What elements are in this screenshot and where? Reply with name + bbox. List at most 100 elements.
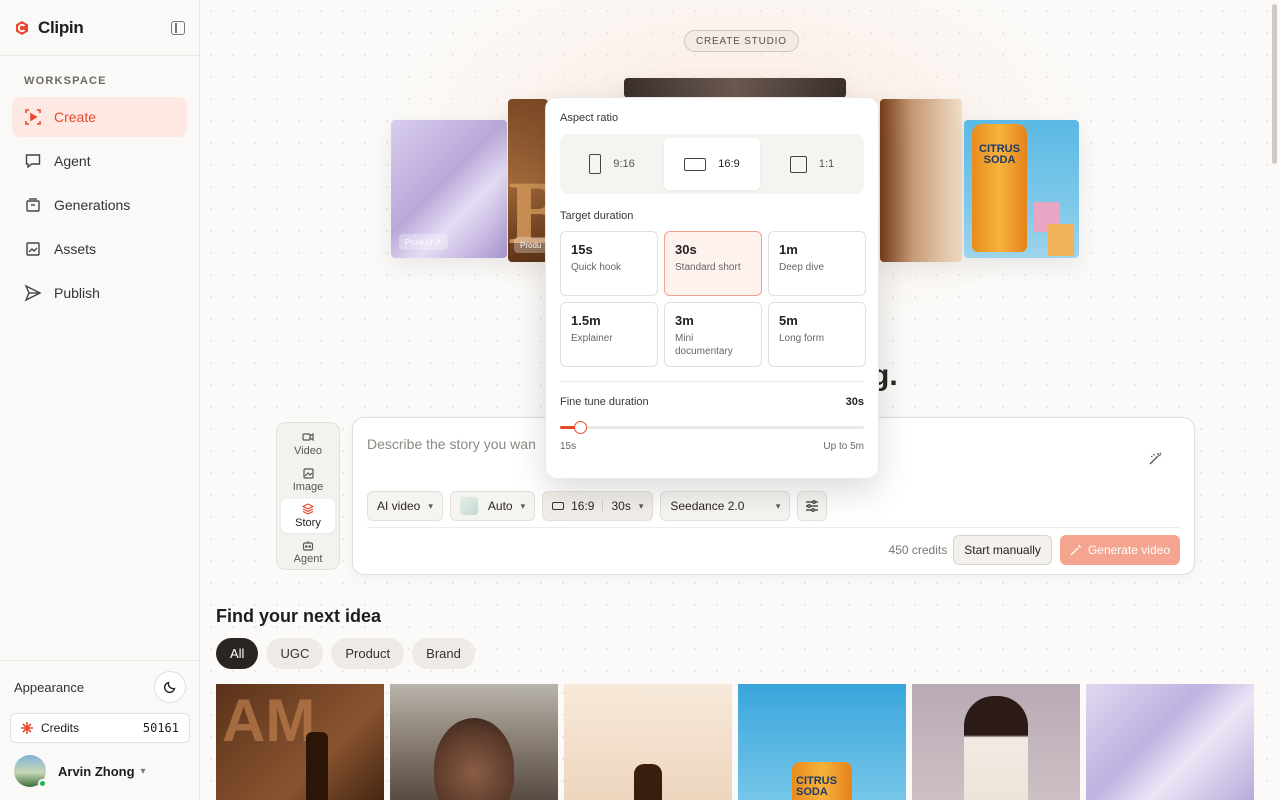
- idea-thumb[interactable]: CITRUS SODA: [738, 684, 906, 800]
- hero-card-portrait[interactable]: [624, 78, 846, 98]
- chevron-down-icon: ▾: [520, 500, 526, 511]
- sidebar-item-generations[interactable]: Generations: [12, 185, 187, 225]
- idea-thumb[interactable]: AM: [216, 684, 384, 800]
- hero-card-dropper[interactable]: [880, 99, 962, 262]
- idea-thumb[interactable]: [564, 684, 732, 800]
- sidebar-item-label: Generations: [54, 197, 131, 213]
- duration-option[interactable]: 5m Long form: [768, 302, 866, 367]
- target-duration-label: Target duration: [560, 210, 634, 222]
- duration-option[interactable]: 1.5m Explainer: [560, 302, 658, 367]
- prompt-input[interactable]: Describe the story you wan: [367, 436, 536, 452]
- duration-desc: Standard short: [675, 262, 741, 273]
- person-shape: [964, 696, 1028, 800]
- slider-min-label: 15s: [560, 441, 577, 452]
- duration-slider[interactable]: [560, 421, 864, 434]
- product-chip-label: Product: [405, 237, 433, 247]
- product-chip[interactable]: Product ↗: [399, 234, 448, 250]
- image-icon: [302, 467, 314, 479]
- filter-brand[interactable]: Brand: [412, 638, 475, 669]
- app-name: Clipin: [38, 17, 84, 37]
- clipin-logo-icon: [16, 20, 28, 35]
- mode-story[interactable]: Story: [281, 499, 335, 533]
- appearance-label: Appearance: [14, 679, 85, 695]
- fine-tune-label: Fine tune duration: [560, 396, 649, 408]
- chevron-down-icon: ▾: [140, 765, 146, 777]
- credits-box[interactable]: Credits 50161: [10, 713, 190, 743]
- magic-wand-icon[interactable]: [1148, 452, 1162, 471]
- user-menu[interactable]: Arvin Zhong ▾: [10, 755, 190, 788]
- duration-option[interactable]: 30s Standard short: [664, 231, 762, 296]
- duration-value: 30s: [611, 499, 631, 513]
- generate-label: Generate video: [1087, 542, 1170, 557]
- sidebar-item-assets[interactable]: Assets: [12, 229, 187, 269]
- style-swatch: [459, 497, 478, 515]
- robot-icon: [302, 539, 314, 551]
- credit-cost: 450 credits: [888, 542, 948, 557]
- mode-agent[interactable]: Agent: [281, 535, 335, 569]
- mode-label: Agent: [293, 553, 323, 565]
- mode-label: Video: [294, 445, 322, 457]
- format-select[interactable]: 16:9 30s ▾: [542, 491, 654, 521]
- sidebar: Clipin WORKSPACE Create Agent Generation…: [0, 0, 200, 800]
- soda-can: CITRUS SODA: [792, 762, 852, 800]
- idea-thumb[interactable]: [390, 684, 558, 800]
- section-title: Find your next idea: [216, 606, 382, 626]
- aspect-ratio-group: 9:16 16:9 1:1: [560, 134, 864, 194]
- layers-icon: [302, 503, 314, 515]
- filter-product[interactable]: Product: [331, 638, 405, 669]
- credits-label: Credits: [41, 721, 80, 735]
- start-manually-button[interactable]: Start manually: [953, 534, 1052, 565]
- portrait-ratio-icon: [589, 154, 602, 174]
- filter-ugc[interactable]: UGC: [266, 638, 324, 669]
- fine-tune-row: Fine tune duration 30s: [560, 381, 864, 408]
- duration-desc: Mini documentary: [675, 333, 733, 357]
- online-status-indicator: [38, 779, 47, 788]
- filter-all[interactable]: All: [216, 638, 259, 669]
- user-name: Arvin Zhong: [58, 763, 135, 779]
- duration-option[interactable]: 15s Quick hook: [560, 231, 658, 296]
- hero-card-serum[interactable]: B Produ: [508, 99, 548, 262]
- chevron-down-icon: ▾: [638, 500, 644, 511]
- video-type-select[interactable]: AI video ▾: [367, 491, 443, 521]
- style-select[interactable]: Auto ▾: [449, 491, 536, 521]
- sidebar-item-label: Assets: [54, 241, 97, 257]
- portrait-shape: [434, 718, 514, 800]
- product-chip-2[interactable]: Produ: [514, 237, 548, 253]
- mode-switcher: Video Image Story Agent: [276, 422, 340, 570]
- video-type-value: AI video: [377, 499, 421, 513]
- mode-image[interactable]: Image: [281, 463, 335, 497]
- advanced-settings-button[interactable]: [797, 491, 828, 521]
- idea-thumb[interactable]: [1086, 684, 1254, 800]
- ratio-16-9[interactable]: 16:9: [664, 138, 760, 190]
- ratio-9-16[interactable]: 9:16: [564, 138, 660, 190]
- duration-option[interactable]: 1m Deep dive: [768, 231, 866, 296]
- hero-card-soda[interactable]: CITRUS SODA: [964, 120, 1079, 258]
- duration-option[interactable]: 3m Mini documentary: [664, 302, 762, 367]
- credits-value: 50161: [142, 721, 179, 735]
- fine-tune-value: 30s: [845, 396, 864, 408]
- idea-thumb[interactable]: [912, 684, 1080, 800]
- model-select[interactable]: Seedance 2.0 ▾: [660, 491, 791, 521]
- chevron-down-icon: ▾: [775, 500, 781, 511]
- chevron-down-icon: ▾: [428, 500, 433, 511]
- brand-header: Clipin: [0, 0, 199, 56]
- slider-handle[interactable]: [574, 421, 588, 434]
- slider-max-label: Up to 5m: [823, 441, 864, 452]
- mode-label: Image: [292, 481, 324, 493]
- bottle-shape: [306, 732, 328, 800]
- idea-filters: All UGC Product Brand: [216, 638, 475, 669]
- theme-toggle-button[interactable]: [154, 671, 186, 703]
- ratio-1-1[interactable]: 1:1: [764, 138, 860, 190]
- generate-video-button[interactable]: Generate video: [1059, 534, 1180, 565]
- orange-cube: [1048, 224, 1074, 256]
- hero-card-pouch[interactable]: Product ↗: [391, 120, 507, 258]
- duration-value: 1m: [779, 242, 798, 257]
- collapse-sidebar-icon[interactable]: [171, 20, 185, 35]
- sidebar-item-create[interactable]: Create: [12, 97, 187, 137]
- scrollbar[interactable]: [1272, 4, 1277, 164]
- mode-video[interactable]: Video: [281, 427, 335, 461]
- sidebar-item-agent[interactable]: Agent: [12, 141, 187, 181]
- sidebar-item-label: Create: [54, 109, 97, 125]
- ratio-label: 9:16: [613, 158, 635, 170]
- sidebar-item-publish[interactable]: Publish: [12, 273, 187, 313]
